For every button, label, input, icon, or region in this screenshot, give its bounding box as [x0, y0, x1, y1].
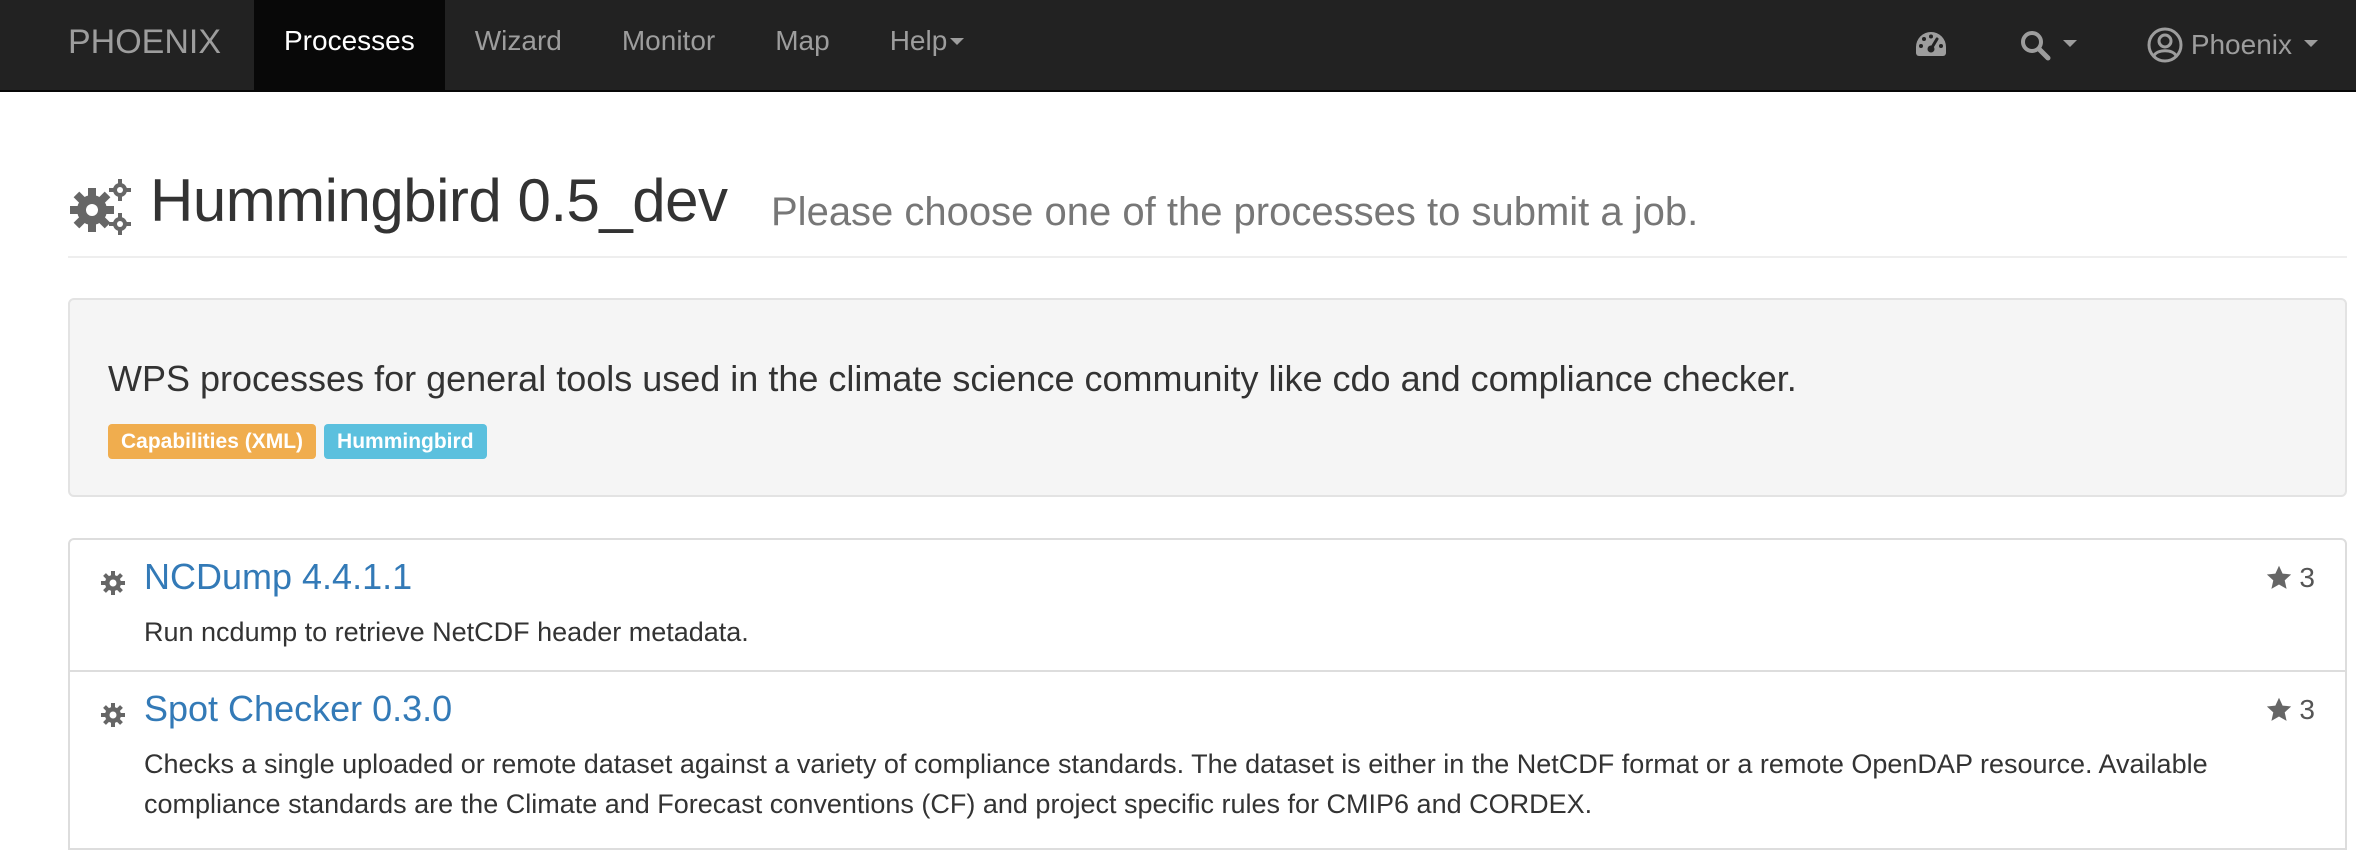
brand-link[interactable]: PHOENIX: [68, 0, 221, 90]
page-subtitle: Please choose one of the processes to su…: [771, 190, 1699, 234]
nav-item-label: Wizard: [474, 25, 562, 56]
star-icon: [2267, 697, 2292, 721]
caret-down-icon: [2062, 40, 2077, 47]
caret-down-icon: [2304, 40, 2318, 47]
star-count: 3: [2299, 562, 2315, 593]
nav-item-map[interactable]: Map: [745, 0, 859, 90]
process-list: NCDump 4.4.1.1 Run ncdump to retrieve Ne…: [68, 538, 2347, 850]
cogs-icon: [70, 179, 131, 235]
user-name: Phoenix: [2190, 29, 2292, 60]
service-description: WPS processes for general tools used in …: [108, 358, 1797, 399]
process-rating: 3: [2265, 694, 2315, 726]
nav-item-help[interactable]: Help: [860, 0, 995, 90]
search-dropdown[interactable]: [1991, 0, 2105, 90]
list-item[interactable]: Spot Checker 0.3.0 Checks a single uploa…: [68, 670, 2347, 850]
nav-item-label: Processes: [284, 25, 415, 56]
nav-item-label: Help: [889, 25, 948, 56]
service-description-panel: WPS processes for general tools used in …: [68, 298, 2347, 497]
capabilities-xml-link[interactable]: Capabilities (XML): [108, 424, 317, 459]
dashboard-button[interactable]: [1883, 0, 1979, 90]
star-icon: [2267, 565, 2292, 589]
star-count: 3: [2299, 694, 2315, 725]
process-description: Run ncdump to retrieve NetCDF header met…: [144, 617, 749, 647]
page-header: Hummingbird 0.5_dev Please choose one of…: [68, 160, 2347, 258]
process-title-link[interactable]: Spot Checker 0.3.0: [144, 688, 452, 730]
user-circle-icon: [2147, 27, 2183, 63]
service-labels: Capabilities (XML) Hummingbird: [108, 424, 487, 459]
gear-icon: [101, 703, 125, 727]
list-item[interactable]: NCDump 4.4.1.1 Run ncdump to retrieve Ne…: [68, 538, 2347, 672]
service-name-badge[interactable]: Hummingbird: [324, 424, 487, 459]
nav-item-monitor[interactable]: Monitor: [592, 0, 745, 90]
page-title: Hummingbird 0.5_dev: [150, 167, 728, 234]
nav-right: Phoenix: [1883, 0, 2356, 90]
nav-item-label: Monitor: [621, 25, 716, 56]
nav-item-label: Map: [775, 25, 830, 56]
dashboard-icon: [1915, 32, 1946, 56]
main-nav: Processes Wizard Monitor Map Help: [254, 0, 994, 90]
user-dropdown[interactable]: Phoenix: [2119, 0, 2356, 90]
gear-icon: [101, 571, 125, 595]
nav-item-processes[interactable]: Processes: [254, 0, 445, 90]
nav-item-wizard[interactable]: Wizard: [445, 0, 592, 90]
process-rating: 3: [2265, 562, 2315, 594]
process-description: Checks a single uploaded or remote datas…: [144, 749, 2208, 819]
process-title-link[interactable]: NCDump 4.4.1.1: [144, 556, 412, 598]
search-icon: [2020, 31, 2051, 61]
top-navbar: PHOENIX Processes Wizard Monitor Map Hel…: [0, 0, 2356, 92]
caret-down-icon: [950, 37, 965, 45]
